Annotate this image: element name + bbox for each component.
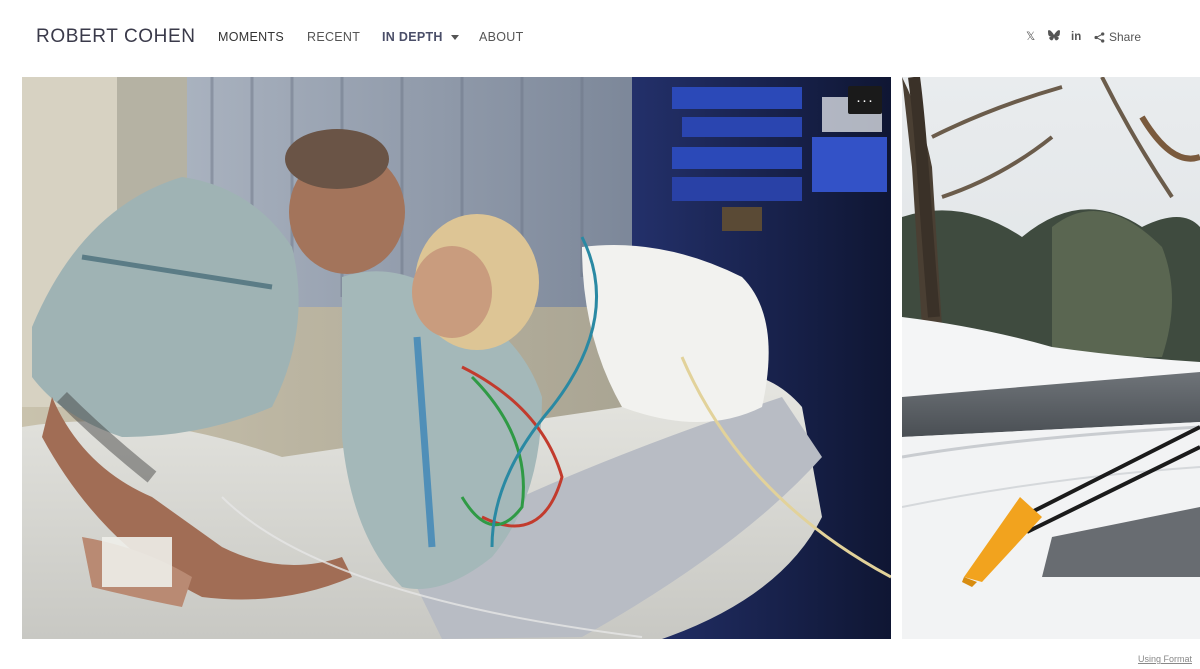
site-title[interactable]: ROBERT COHEN: [36, 26, 196, 48]
nav-item-moments[interactable]: MOMENTS: [218, 30, 284, 44]
more-options-button[interactable]: ···: [848, 86, 882, 114]
bluesky-icon[interactable]: [1048, 30, 1060, 41]
gallery-photo-hospital[interactable]: [22, 77, 891, 639]
share-icon: [1094, 31, 1105, 43]
site-header: ROBERT COHEN MOMENTS RECENT IN DEPTH ABO…: [0, 0, 1200, 76]
hospital-photo-image: [22, 77, 891, 639]
nav-item-in-depth[interactable]: IN DEPTH: [382, 30, 459, 44]
using-format-link[interactable]: Using Format: [1138, 654, 1192, 664]
share-button[interactable]: Share: [1094, 30, 1141, 44]
linkedin-icon[interactable]: in: [1071, 30, 1081, 44]
snow-photo-image: [902, 77, 1200, 639]
caret-down-icon: [450, 34, 459, 40]
nav-item-in-depth-label: IN DEPTH: [382, 30, 443, 44]
gallery-photo-snow[interactable]: [902, 77, 1200, 639]
butterfly-icon: [1048, 30, 1060, 41]
nav-item-recent[interactable]: RECENT: [307, 30, 360, 44]
share-label: Share: [1109, 30, 1142, 44]
nav-item-about[interactable]: ABOUT: [479, 30, 524, 44]
x-icon[interactable]: 𝕏: [1026, 30, 1035, 44]
